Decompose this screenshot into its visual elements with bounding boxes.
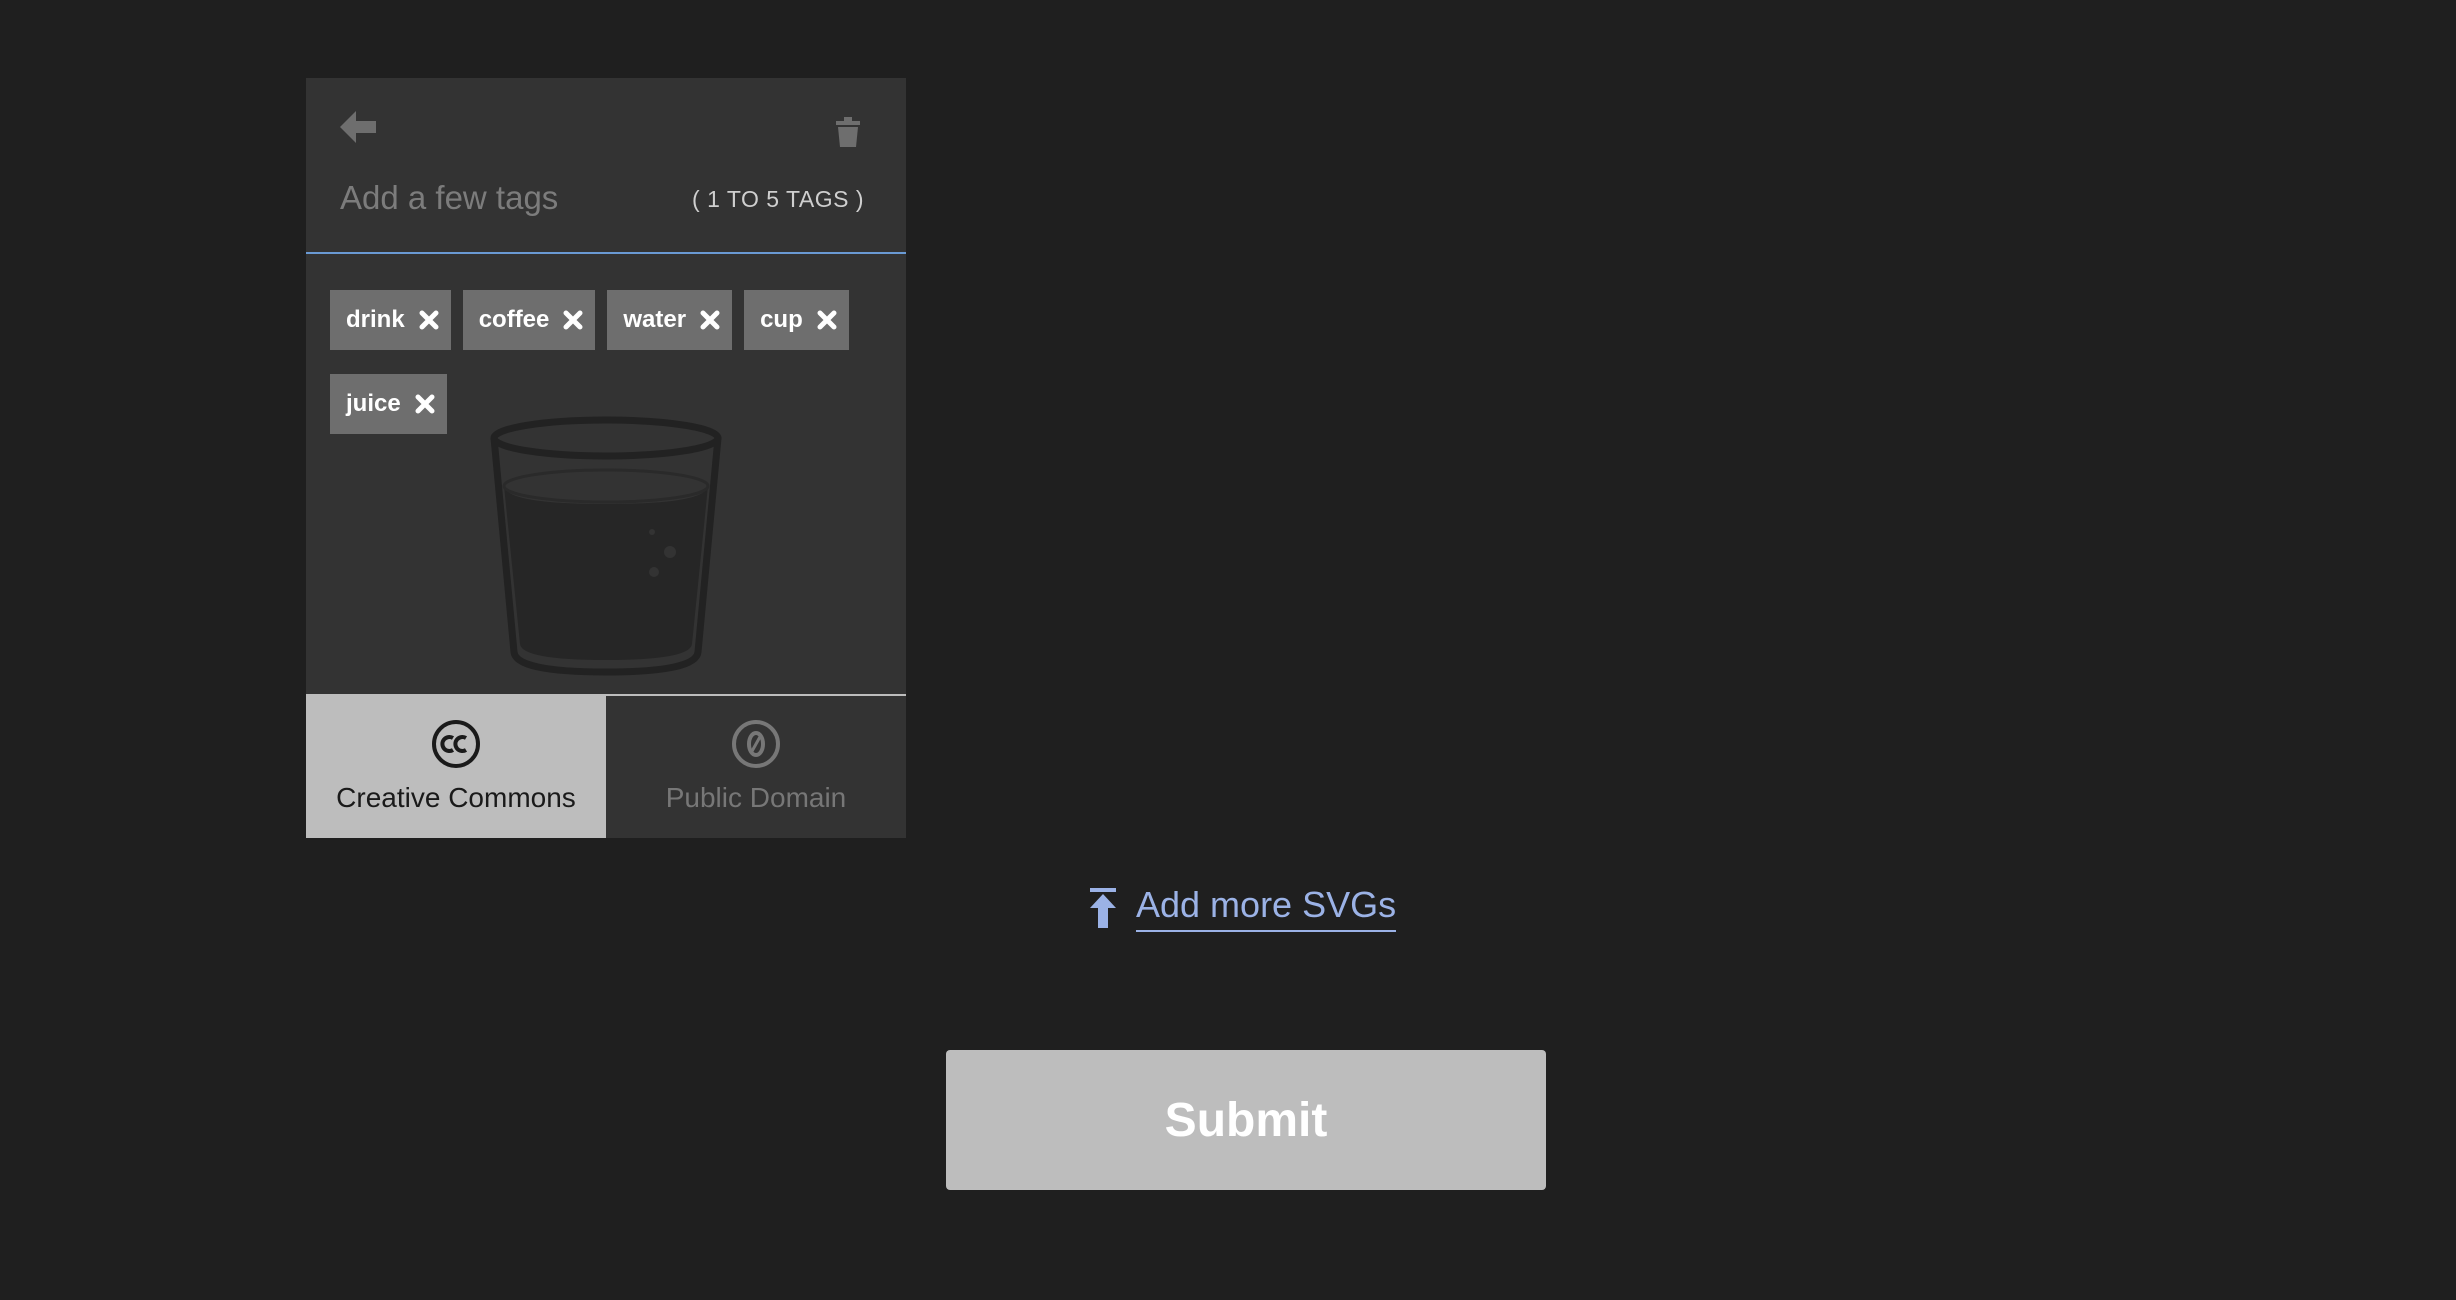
tag-label: coffee: [478, 306, 550, 333]
trash-icon: [836, 117, 860, 147]
remove-tag-button[interactable]: [411, 390, 439, 418]
public-domain-icon: [732, 720, 780, 768]
license-selector: Creative Commons Public Domain: [306, 694, 906, 838]
remove-tag-button[interactable]: [559, 306, 587, 334]
tag-chip: coffee: [462, 290, 596, 350]
tag-label: juice: [346, 390, 401, 417]
tag-chip: juice: [330, 374, 447, 434]
upload-arrow-icon: [1090, 888, 1116, 928]
license-label: Public Domain: [665, 782, 847, 813]
close-icon: [563, 310, 583, 330]
tag-chip: cup: [744, 290, 849, 350]
close-icon: [817, 310, 837, 330]
close-icon: [419, 310, 439, 330]
tag-chip: drink: [330, 290, 451, 350]
arrow-left-icon: [340, 111, 376, 143]
creative-commons-icon: [432, 720, 480, 768]
tag-chip: water: [607, 290, 733, 350]
tag-label: drink: [346, 306, 405, 333]
license-label: Creative Commons: [336, 782, 576, 813]
add-more-label: Add more SVGs: [1136, 884, 1397, 932]
card-header: ( 1 TO 5 TAGS ): [306, 78, 906, 254]
submit-button[interactable]: Submit: [946, 1050, 1546, 1190]
back-button[interactable]: [330, 102, 386, 152]
svg-upload-card: ( 1 TO 5 TAGS ) drink coffee: [306, 78, 906, 838]
close-icon: [415, 394, 435, 414]
license-option-creative-commons[interactable]: Creative Commons: [306, 696, 606, 838]
license-option-public-domain[interactable]: Public Domain: [606, 696, 906, 838]
tag-label: cup: [760, 306, 803, 333]
remove-tag-button[interactable]: [415, 306, 443, 334]
remove-tag-button[interactable]: [696, 306, 724, 334]
close-icon: [700, 310, 720, 330]
tag-count-hint: ( 1 TO 5 TAGS ): [692, 186, 864, 212]
delete-button[interactable]: [826, 108, 870, 156]
add-more-svgs-link[interactable]: Add more SVGs: [1088, 880, 1397, 936]
remove-tag-button[interactable]: [813, 306, 841, 334]
tags-input[interactable]: [340, 176, 680, 220]
drinking-glass-icon: [490, 416, 722, 676]
tag-label: water: [623, 306, 687, 333]
tag-list: drink coffee water cup juice: [330, 290, 890, 434]
